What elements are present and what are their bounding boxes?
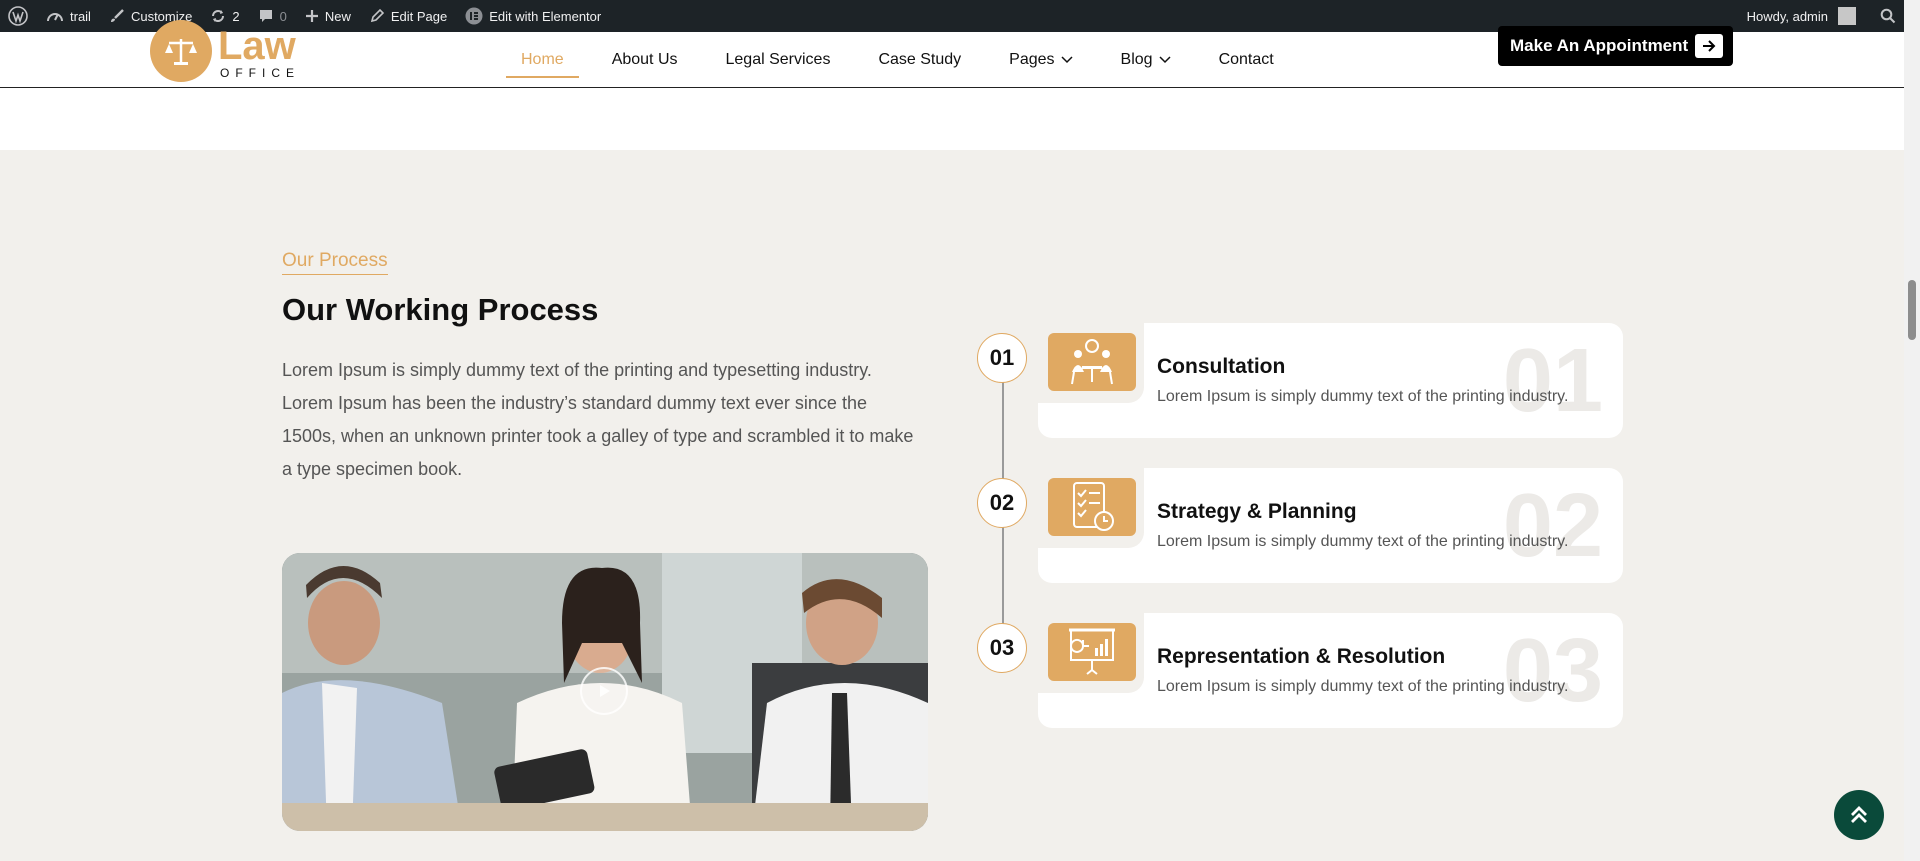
step-title-3: Representation & Resolution [1157,645,1446,668]
updates-count: 2 [232,8,240,24]
comment-icon [259,10,272,22]
avatar[interactable] [1838,7,1856,25]
section-eyebrow: Our Process [282,250,388,275]
nav-legal-services[interactable]: Legal Services [711,32,846,88]
dashboard-icon [47,13,63,22]
step-number-2: 02 [977,478,1027,528]
elementor-label: Edit with Elementor [489,8,602,24]
account-menu[interactable]: Howdy, admin [1747,9,1828,24]
step-number-3: 03 [977,623,1027,673]
updates-link[interactable]: 2 [210,8,240,24]
nav-about-us[interactable]: About Us [597,32,693,88]
section-description: Lorem Ipsum is simply dummy text of the … [282,360,914,479]
team-photo [282,553,928,831]
play-icon [600,685,610,697]
page-scrollbar[interactable] [1904,0,1920,861]
step-card-strategy: 02 Strategy & Planning Lorem Ipsum is si… [1038,468,1623,583]
logo-tagline: OFFICE [220,66,300,80]
edit-page-label: Edit Page [390,8,448,24]
make-appointment-button[interactable]: Make An Appointment [1498,26,1733,66]
site-header: Law OFFICE Home About Us Legal Services … [0,20,1904,88]
nav-contact[interactable]: Contact [1204,32,1289,88]
arrow-right-icon [1695,34,1723,58]
scrollbar-thumb[interactable] [1908,280,1916,340]
play-video-button[interactable] [580,667,628,715]
elementor-link[interactable]: Edit with Elementor [465,7,601,25]
step-text-1: Lorem Ipsum is simply dummy text of the … [1157,388,1569,405]
appointment-label: Make An Appointment [1510,36,1689,55]
step-watermark-1: 01 [1502,331,1603,431]
step-card-representation: 03 Representation & Resolution Lorem Ips… [1038,613,1623,728]
comments-link[interactable]: 0 [258,8,287,24]
nav-home[interactable]: Home [506,32,579,88]
new-label: New [324,8,351,24]
plus-icon [305,10,318,22]
site-name: trail [70,8,91,24]
comments-count: 0 [279,8,287,24]
step-card-consultation: 01 Consultation Lorem Ipsum is simply du… [1038,323,1623,438]
brush-icon [110,9,124,22]
header-spacer [0,88,1904,150]
site-logo[interactable]: Law OFFICE [150,20,300,90]
nav-blog[interactable]: Blog [1106,32,1186,88]
search-icon[interactable] [1880,8,1896,24]
step-title-1: Consultation [1157,355,1286,378]
logo-wordmark: Law [218,24,296,68]
presentation-icon [1048,623,1136,681]
main-nav: Home About Us Legal Services Case Study … [506,32,1307,88]
nav-blog-label: Blog [1120,51,1153,68]
nav-pages[interactable]: Pages [994,32,1087,88]
nav-pages-label: Pages [1009,51,1055,68]
chevron-down-icon [1159,56,1171,64]
nav-case-study[interactable]: Case Study [863,32,976,88]
step-text-2: Lorem Ipsum is simply dummy text of the … [1157,533,1569,550]
chevron-down-icon [1061,56,1073,64]
edit-page-link[interactable]: Edit Page [369,8,447,24]
wordpress-logo[interactable] [8,6,28,26]
step-watermark-3: 03 [1502,621,1603,721]
new-content-link[interactable]: New [305,9,351,24]
step-title-2: Strategy & Planning [1157,500,1357,523]
back-to-top-button[interactable] [1834,790,1884,840]
section-heading: Our Working Process [282,292,599,327]
step-watermark-2: 02 [1502,476,1603,576]
wordpress-icon [8,6,28,26]
double-chevron-up-icon [1851,806,1867,823]
pencil-icon [370,8,384,23]
step-text-3: Lorem Ipsum is simply dummy text of the … [1157,678,1569,695]
updates-icon [212,10,225,22]
elementor-icon [465,7,483,25]
meeting-icon [1048,333,1136,391]
site-name-link[interactable]: trail [46,8,91,24]
checklist-icon [1048,478,1136,536]
scales-icon [150,20,212,82]
step-number-1: 01 [977,333,1027,383]
